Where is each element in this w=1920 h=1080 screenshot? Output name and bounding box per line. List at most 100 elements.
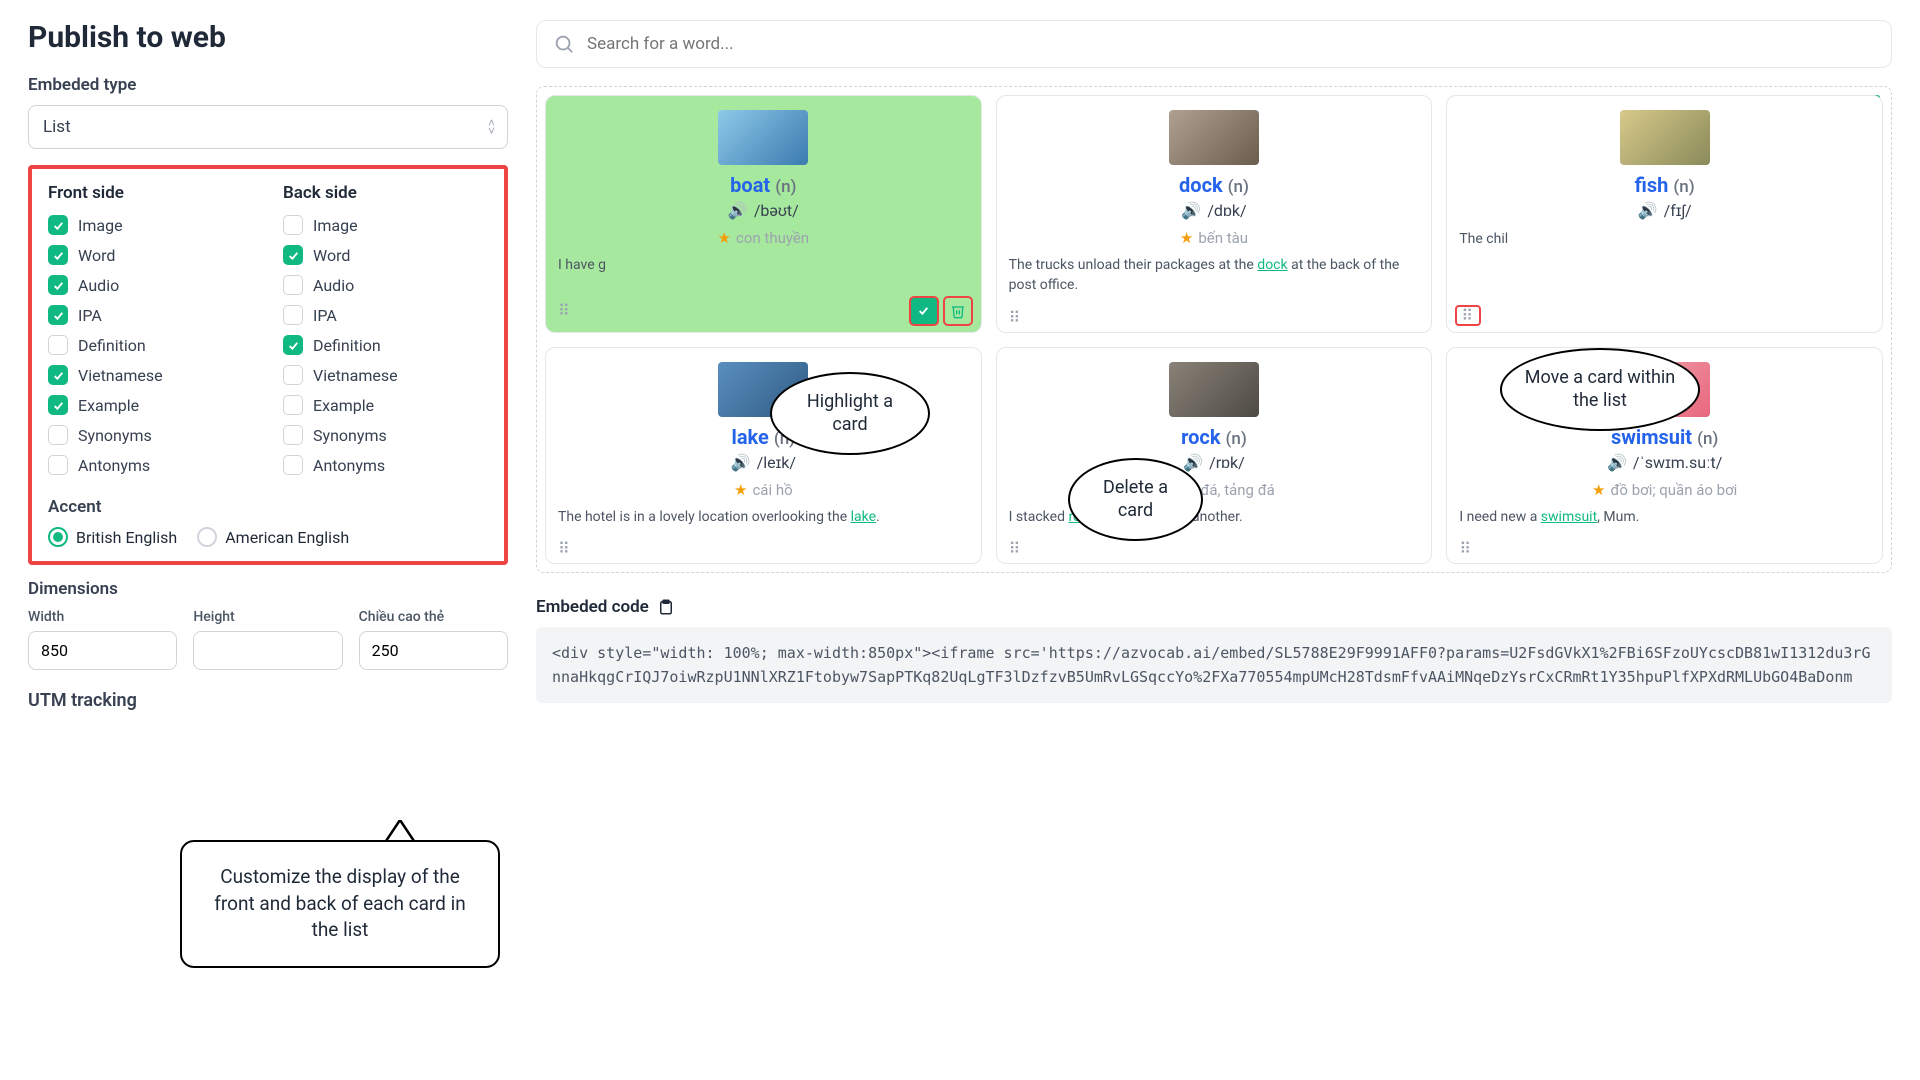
checkbox-label: Image: [313, 216, 358, 235]
card-translation: ★bến tàu: [1009, 229, 1420, 247]
checkbox-icon: [283, 275, 303, 295]
card-word: swimsuit(n): [1459, 425, 1870, 449]
card-word: fish(n): [1459, 173, 1870, 197]
example-link[interactable]: dock: [1257, 257, 1287, 273]
vocab-card[interactable]: dock(n)🔊/dɒk/★bến tàuThe trucks unload t…: [996, 95, 1433, 333]
checkbox-label: Definition: [313, 336, 381, 355]
audio-icon[interactable]: 🔊: [1183, 453, 1203, 472]
front-side-title: Front side: [48, 183, 253, 203]
highlight-card-button[interactable]: [909, 296, 939, 326]
card-word: rock(n): [1009, 425, 1420, 449]
drag-handle-icon[interactable]: ⠿: [1005, 540, 1027, 557]
accent-british-option[interactable]: British English: [48, 527, 177, 547]
checkbox-row-example[interactable]: Example: [48, 395, 253, 415]
drag-handle-icon[interactable]: ⠿: [1005, 309, 1027, 326]
checkbox-icon: [48, 395, 68, 415]
card-ipa: 🔊/leɪk/: [558, 453, 969, 473]
drag-handle-icon[interactable]: ⠿: [554, 540, 576, 557]
audio-icon[interactable]: 🔊: [1607, 453, 1627, 472]
drag-handle-icon[interactable]: ⠿: [554, 302, 576, 319]
card-image: [1169, 362, 1259, 417]
card-image: [1169, 110, 1259, 165]
card-translation: ★cái hồ: [558, 481, 969, 499]
clipboard-icon[interactable]: [657, 598, 675, 616]
card-ipa: 🔊/ˈswɪm.suːt/: [1459, 453, 1870, 473]
checkbox-row-antonyms[interactable]: Antonyms: [283, 455, 488, 475]
audio-icon[interactable]: 🔊: [1638, 201, 1658, 220]
checkbox-label: IPA: [78, 306, 102, 325]
checkbox-row-vietnamese[interactable]: Vietnamese: [48, 365, 253, 385]
height-input[interactable]: [193, 631, 342, 670]
checkbox-row-vietnamese[interactable]: Vietnamese: [283, 365, 488, 385]
search-bar[interactable]: [536, 20, 1892, 68]
vocab-card[interactable]: lake(n)🔊/leɪk/★cái hồThe hotel is in a l…: [545, 347, 982, 564]
card-example: The chil: [1459, 229, 1870, 249]
checkbox-row-word[interactable]: Word: [283, 245, 488, 265]
embedded-type-label: Embeded type: [28, 75, 508, 95]
checkbox-row-definition[interactable]: Definition: [283, 335, 488, 355]
width-label: Width: [28, 609, 177, 625]
example-link[interactable]: lake: [851, 509, 876, 525]
callout-customize: Customize the display of the front and b…: [180, 840, 500, 968]
embedded-type-value: List: [43, 117, 71, 137]
card-word: boat(n): [558, 173, 969, 197]
checkbox-row-ipa[interactable]: IPA: [283, 305, 488, 325]
vocab-card[interactable]: rock(n)🔊/rɒk/★hòn đá, tảng đáI stacked r…: [996, 347, 1433, 564]
callout-highlight: Highlight a card: [770, 372, 930, 455]
back-side-title: Back side: [283, 183, 488, 203]
checkbox-row-image[interactable]: Image: [48, 215, 253, 235]
checkbox-icon: [283, 365, 303, 385]
checkbox-icon: [48, 215, 68, 235]
embed-code-text[interactable]: <div style="width: 100%; max-width:850px…: [536, 627, 1892, 703]
card-image: [718, 110, 808, 165]
delete-card-button[interactable]: [943, 296, 973, 326]
drag-handle-icon[interactable]: ⠿: [1455, 305, 1481, 326]
checkbox-row-example[interactable]: Example: [283, 395, 488, 415]
accent-british-label: British English: [76, 528, 177, 547]
checkbox-row-definition[interactable]: Definition: [48, 335, 253, 355]
checkbox-row-antonyms[interactable]: Antonyms: [48, 455, 253, 475]
checkbox-icon: [283, 455, 303, 475]
checkbox-label: Synonyms: [313, 426, 387, 445]
drag-handle-icon[interactable]: ⠿: [1455, 540, 1477, 557]
checkbox-row-audio[interactable]: Audio: [48, 275, 253, 295]
checkbox-label: Audio: [78, 276, 119, 295]
checkbox-label: Word: [313, 246, 350, 265]
checkbox-row-word[interactable]: Word: [48, 245, 253, 265]
vocab-card[interactable]: boat(n)🔊/bəʊt/★con thuyềnI have g⠿: [545, 95, 982, 333]
callout-move: Move a card within the list: [1500, 348, 1700, 431]
checkbox-icon: [48, 335, 68, 355]
card-pos: (n): [1673, 177, 1694, 197]
checkbox-row-synonyms[interactable]: Synonyms: [283, 425, 488, 445]
vocab-card[interactable]: fish(n) 🔊/fɪʃ/The chil ⠿: [1446, 95, 1883, 333]
checkbox-row-image[interactable]: Image: [283, 215, 488, 235]
checkbox-icon: [283, 245, 303, 265]
preview-panel: AZVOCAB boat(n)🔊/bəʊt/★con thuyềnI have …: [536, 86, 1892, 573]
checkbox-label: Antonyms: [78, 456, 150, 475]
card-ipa: 🔊/rɒk/: [1009, 453, 1420, 473]
card-height-label: Chiều cao thẻ: [359, 609, 508, 625]
card-height-input[interactable]: [359, 631, 508, 670]
accent-american-label: American English: [225, 528, 349, 547]
star-icon: ★: [1592, 481, 1605, 499]
width-input[interactable]: [28, 631, 177, 670]
checkbox-label: Example: [78, 396, 139, 415]
checkbox-label: Word: [78, 246, 115, 265]
checkbox-row-synonyms[interactable]: Synonyms: [48, 425, 253, 445]
audio-icon[interactable]: 🔊: [728, 201, 748, 220]
search-input[interactable]: [587, 34, 1875, 54]
audio-icon[interactable]: 🔊: [1181, 201, 1201, 220]
card-example: The hotel is in a lovely location overlo…: [558, 507, 969, 527]
card-pos: (n): [775, 177, 796, 197]
checkbox-row-ipa[interactable]: IPA: [48, 305, 253, 325]
card-ipa: 🔊/fɪʃ/: [1459, 201, 1870, 221]
audio-icon[interactable]: 🔊: [731, 453, 751, 472]
accent-american-option[interactable]: American English: [197, 527, 349, 547]
embedded-type-select[interactable]: List ˄˅: [28, 105, 508, 149]
sides-config-panel: Front side Image Word Audio IPA Definition Vi…: [28, 165, 508, 565]
checkbox-row-audio[interactable]: Audio: [283, 275, 488, 295]
card-image: [1620, 110, 1710, 165]
example-link[interactable]: swimsuit: [1541, 509, 1597, 525]
card-pos: (n): [1226, 429, 1247, 449]
checkbox-icon: [283, 305, 303, 325]
